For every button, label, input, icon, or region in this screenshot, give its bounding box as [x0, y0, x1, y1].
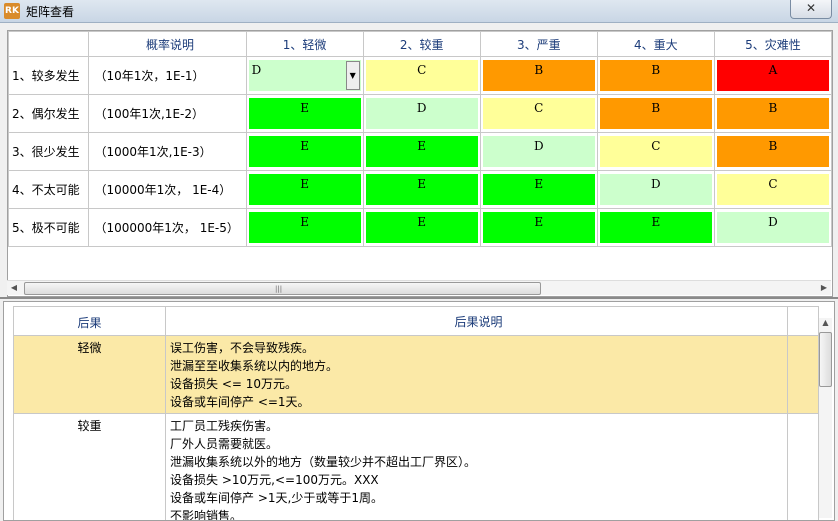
- probability-description: （10年1次，1E-1）: [89, 57, 246, 95]
- probability-description: （10000年1次， 1E-4）: [89, 171, 246, 209]
- horizontal-scrollbar[interactable]: ◀ ||| ▶: [7, 280, 831, 295]
- consequence-header-name: 后果: [14, 307, 166, 336]
- risk-level-cell[interactable]: E: [249, 136, 361, 167]
- risk-level-cell[interactable]: D: [717, 212, 829, 243]
- scrollbar-thumb[interactable]: |||: [24, 282, 541, 295]
- matrix-header-row: 概率说明 1、轻微 2、较重 3、严重 4、重大 5、灾难性: [9, 32, 832, 57]
- matrix-header-corner: [9, 32, 89, 57]
- risk-level-cell[interactable]: B: [600, 60, 712, 91]
- likelihood-label: 5、极不可能: [9, 209, 89, 247]
- matrix-header-severity-4: 4、重大: [597, 32, 714, 57]
- consequence-name: 轻微: [14, 336, 166, 414]
- scroll-up-icon[interactable]: ▲: [820, 318, 831, 328]
- description-line: 设备或车间停产 <=1天。: [170, 393, 787, 411]
- risk-level-cell[interactable]: E: [366, 136, 478, 167]
- app-icon: RK: [4, 3, 20, 19]
- risk-level-cell[interactable]: D: [600, 174, 712, 205]
- probability-description: （1000年1次,1E-3）: [89, 133, 246, 171]
- matrix-header-severity-1: 1、轻微: [246, 32, 363, 57]
- risk-level-cell[interactable]: D: [366, 98, 478, 129]
- likelihood-label: 1、较多发生: [9, 57, 89, 95]
- consequence-table: 后果 后果说明 轻微 误工伤害，不会导致残疾。 泄漏至至收集系统以内的地方。 设…: [13, 306, 819, 521]
- risk-level-cell[interactable]: C: [717, 174, 829, 205]
- risk-matrix-table: 概率说明 1、轻微 2、较重 3、严重 4、重大 5、灾难性 1、较多发生 （1…: [8, 31, 832, 247]
- matrix-header-probability: 概率说明: [89, 32, 246, 57]
- consequence-panel: 后果 后果说明 轻微 误工伤害，不会导致残疾。 泄漏至至收集系统以内的地方。 设…: [3, 301, 835, 521]
- risk-level-cell[interactable]: E: [483, 174, 595, 205]
- consequence-header-description: 后果说明: [166, 307, 788, 336]
- description-line: 工厂员工残疾伤害。: [170, 417, 787, 435]
- likelihood-label: 2、偶尔发生: [9, 95, 89, 133]
- consequence-row[interactable]: 轻微 误工伤害，不会导致残疾。 泄漏至至收集系统以内的地方。 设备损失 <= 1…: [14, 336, 819, 414]
- matrix-row: 5、极不可能 （100000年1次， 1E-5） E E E E D: [9, 209, 832, 247]
- risk-level-value: D: [252, 63, 262, 77]
- risk-level-cell[interactable]: E: [249, 98, 361, 129]
- matrix-row: 1、较多发生 （10年1次，1E-1） D▼ C B B A: [9, 57, 832, 95]
- risk-level-cell[interactable]: D: [483, 136, 595, 167]
- consequence-description: 误工伤害，不会导致残疾。 泄漏至至收集系统以内的地方。 设备损失 <= 10万元…: [166, 336, 788, 414]
- likelihood-label: 4、不太可能: [9, 171, 89, 209]
- risk-level-cell[interactable]: E: [249, 174, 361, 205]
- risk-level-cell[interactable]: E: [483, 212, 595, 243]
- description-line: 误工伤害，不会导致残疾。: [170, 339, 787, 357]
- likelihood-label: 3、很少发生: [9, 133, 89, 171]
- risk-level-cell[interactable]: B: [600, 98, 712, 129]
- scroll-left-icon[interactable]: ◀: [9, 283, 19, 293]
- risk-level-cell[interactable]: A: [717, 60, 829, 91]
- risk-level-cell[interactable]: B: [717, 136, 829, 167]
- risk-level-cell[interactable]: B: [483, 60, 595, 91]
- scrollbar-thumb[interactable]: [819, 332, 832, 387]
- close-button[interactable]: ✕: [790, 0, 832, 19]
- risk-level-cell[interactable]: C: [366, 60, 478, 91]
- probability-description: （100年1次,1E-2）: [89, 95, 246, 133]
- consequence-name: 较重: [14, 414, 166, 521]
- risk-level-cell[interactable]: B: [717, 98, 829, 129]
- matrix-header-severity-3: 3、严重: [480, 32, 597, 57]
- description-line: 设备损失 >10万元,<=100万元。XXX: [170, 471, 787, 489]
- description-line: 厂外人员需要就医。: [170, 435, 787, 453]
- description-line: 设备损失 <= 10万元。: [170, 375, 787, 393]
- scroll-right-icon[interactable]: ▶: [819, 283, 829, 293]
- description-line: 设备或车间停产 >1天,少于或等于1周。: [170, 489, 787, 507]
- matrix-row: 4、不太可能 （10000年1次， 1E-4） E E E D C: [9, 171, 832, 209]
- risk-level-cell[interactable]: C: [600, 136, 712, 167]
- title-bar: RK 矩阵查看 ✕: [0, 0, 838, 23]
- window-title: 矩阵查看: [26, 3, 74, 20]
- matrix-header-severity-2: 2、较重: [363, 32, 480, 57]
- matrix-row: 2、偶尔发生 （100年1次,1E-2） E D C B B: [9, 95, 832, 133]
- risk-level-cell[interactable]: E: [366, 212, 478, 243]
- risk-level-dropdown[interactable]: D▼: [249, 60, 361, 91]
- vertical-scrollbar[interactable]: ▲: [819, 318, 832, 518]
- description-line: 泄漏收集系统以外的地方（数量较少并不超出工厂界区）。: [170, 453, 787, 471]
- risk-level-cell[interactable]: E: [600, 212, 712, 243]
- probability-description: （100000年1次， 1E-5）: [89, 209, 246, 247]
- matrix-header-severity-5: 5、灾难性: [714, 32, 831, 57]
- chevron-down-icon[interactable]: ▼: [346, 61, 360, 90]
- risk-matrix-panel: 概率说明 1、轻微 2、较重 3、严重 4、重大 5、灾难性 1、较多发生 （1…: [7, 30, 833, 297]
- description-line: 泄漏至至收集系统以内的地方。: [170, 357, 787, 375]
- risk-level-cell[interactable]: C: [483, 98, 595, 129]
- risk-level-cell[interactable]: E: [366, 174, 478, 205]
- consequence-header-row: 后果 后果说明: [14, 307, 819, 336]
- risk-level-cell[interactable]: E: [249, 212, 361, 243]
- panel-splitter[interactable]: [0, 297, 838, 299]
- matrix-row: 3、很少发生 （1000年1次,1E-3） E E D C B: [9, 133, 832, 171]
- consequence-row[interactable]: 较重 工厂员工残疾伤害。 厂外人员需要就医。 泄漏收集系统以外的地方（数量较少并…: [14, 414, 819, 521]
- consequence-description: 工厂员工残疾伤害。 厂外人员需要就医。 泄漏收集系统以外的地方（数量较少并不超出…: [166, 414, 788, 521]
- grip-icon: |||: [275, 285, 282, 293]
